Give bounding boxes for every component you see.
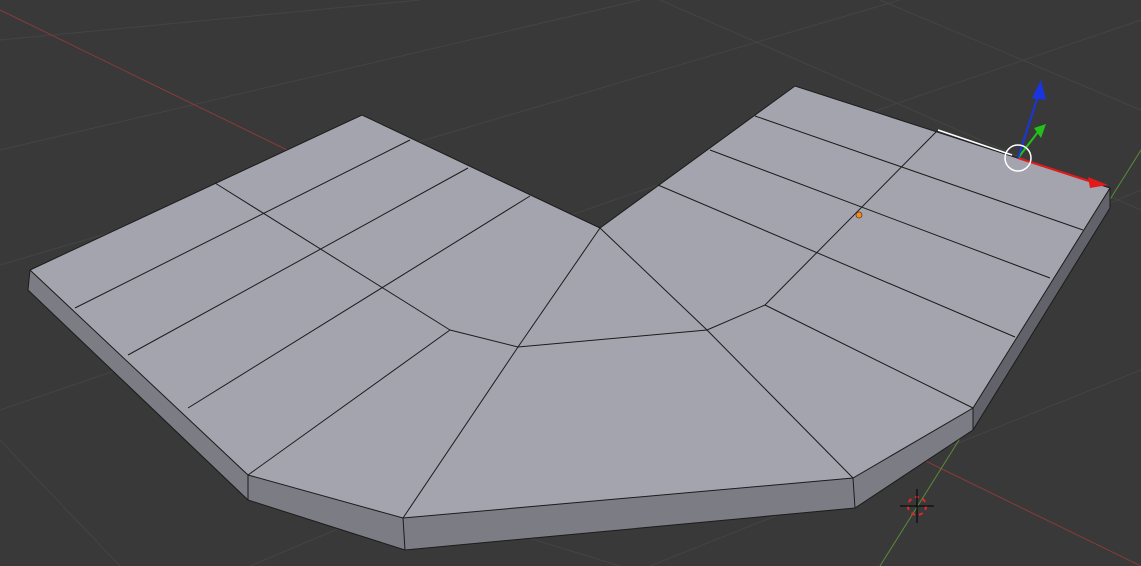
3d-viewport[interactable] [0, 0, 1141, 566]
object-origin-dot [855, 211, 863, 219]
